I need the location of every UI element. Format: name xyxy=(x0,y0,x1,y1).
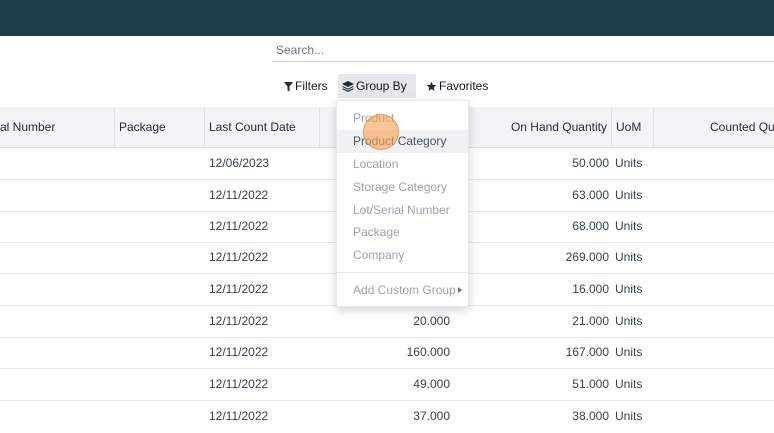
quantity-cell: 37.000 xyxy=(413,409,450,423)
group-by-option-location[interactable]: Location xyxy=(337,153,468,176)
table-row[interactable]: 12/11/2022 49.000 51.000 Units xyxy=(0,369,774,401)
last-count-date-cell: 12/11/2022 xyxy=(209,377,269,391)
table-row[interactable]: 12/11/2022 160.000 167.000 Units xyxy=(0,337,774,369)
funnel-icon xyxy=(284,82,293,92)
uom-cell: Units xyxy=(615,188,643,202)
column-last-count-date[interactable]: Last Count Date xyxy=(205,107,320,147)
add-custom-group-label: Add Custom Group xyxy=(353,283,456,297)
uom-cell: Units xyxy=(615,345,643,359)
last-count-date-cell: 12/11/2022 xyxy=(209,250,269,264)
last-count-date-cell: 12/11/2022 xyxy=(209,345,269,359)
group-by-option-company[interactable]: Company xyxy=(337,244,468,267)
column-label: UoM xyxy=(616,120,642,134)
uom-cell: Units xyxy=(615,377,643,391)
on-hand-quantity-cell: 50.000 xyxy=(572,156,609,170)
on-hand-quantity-cell: 51.000 xyxy=(572,377,609,391)
filters-button[interactable]: Filters xyxy=(280,74,332,98)
column-label: On Hand Quantity xyxy=(510,120,607,134)
quantity-cell: 160.000 xyxy=(406,345,450,359)
column-label: Counted Qu xyxy=(710,120,774,134)
group-by-option-storage-category[interactable]: Storage Category xyxy=(337,176,468,199)
column-label: Last Count Date xyxy=(209,120,296,134)
on-hand-quantity-cell: 21.000 xyxy=(572,314,609,328)
last-count-date-cell: 12/11/2022 xyxy=(209,188,269,202)
group-by-button[interactable]: Group By xyxy=(338,74,416,98)
filters-label: Filters xyxy=(295,79,328,93)
column-uom[interactable]: UoM xyxy=(612,107,654,147)
uom-cell: Units xyxy=(615,250,643,264)
quantity-cell: 49.000 xyxy=(413,377,450,391)
star-icon xyxy=(426,81,437,91)
group-by-dropdown: Product Product Category Location Storag… xyxy=(336,100,469,307)
last-count-date-cell: 12/11/2022 xyxy=(209,314,269,328)
caret-right-icon xyxy=(458,287,462,293)
on-hand-quantity-cell: 167.000 xyxy=(565,345,609,359)
group-by-option-lot-serial-number[interactable]: Lot/Serial Number xyxy=(337,199,468,222)
search-input[interactable]: Search... xyxy=(272,40,774,62)
column-serial-number[interactable]: al Number xyxy=(0,107,115,147)
favorites-button[interactable]: Favorites xyxy=(422,74,492,98)
column-counted-quantity[interactable]: Counted Qu xyxy=(654,107,774,147)
column-package[interactable]: Package xyxy=(115,107,205,147)
layers-icon xyxy=(342,81,354,92)
uom-cell: Units xyxy=(615,156,643,170)
on-hand-quantity-cell: 68.000 xyxy=(572,219,609,233)
on-hand-quantity-cell: 38.000 xyxy=(572,409,609,423)
quantity-cell: 20.000 xyxy=(413,314,450,328)
group-by-label: Group By xyxy=(356,79,407,93)
table-row[interactable]: 12/11/2022 37.000 38.000 Units xyxy=(0,401,774,433)
column-on-hand-quantity[interactable]: On Hand Quantity xyxy=(460,107,612,147)
group-by-option-product[interactable]: Product xyxy=(337,107,468,130)
uom-cell: Units xyxy=(615,219,643,233)
column-label: Package xyxy=(119,120,166,134)
column-label: al Number xyxy=(0,120,56,134)
on-hand-quantity-cell: 63.000 xyxy=(572,188,609,202)
uom-cell: Units xyxy=(615,282,643,296)
top-navbar xyxy=(0,0,774,36)
favorites-label: Favorites xyxy=(439,79,489,93)
last-count-date-cell: 12/06/2023 xyxy=(209,156,270,170)
add-custom-group-toggle[interactable]: Add Custom Group xyxy=(337,279,468,302)
group-by-option-product-category[interactable]: Product Category xyxy=(337,130,468,153)
table-row[interactable]: 12/11/2022 20.000 21.000 Units xyxy=(0,306,774,338)
on-hand-quantity-cell: 269.000 xyxy=(565,250,609,264)
dropdown-divider xyxy=(337,272,468,273)
last-count-date-cell: 12/11/2022 xyxy=(209,409,269,423)
group-by-option-package[interactable]: Package xyxy=(337,221,468,244)
last-count-date-cell: 12/11/2022 xyxy=(209,219,269,233)
uom-cell: Units xyxy=(615,409,643,423)
last-count-date-cell: 12/11/2022 xyxy=(209,282,269,296)
uom-cell: Units xyxy=(615,314,643,328)
on-hand-quantity-cell: 16.000 xyxy=(572,282,609,296)
